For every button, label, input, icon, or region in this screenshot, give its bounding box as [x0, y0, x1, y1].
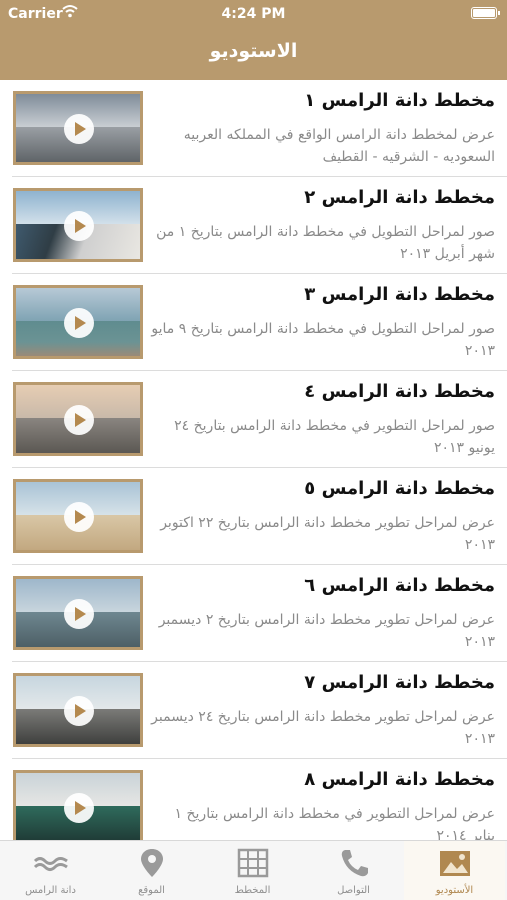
page-title: الاستوديو: [209, 40, 298, 62]
map-plan-icon: [237, 848, 269, 878]
list-item[interactable]: مخطط دانة الرامس ٢ صور لمراحل التطويل في…: [0, 177, 507, 274]
video-thumbnail[interactable]: [13, 479, 143, 553]
list-item[interactable]: مخطط دانة الرامس ٤ صور لمراحل التطوير في…: [0, 371, 507, 468]
list-item[interactable]: مخطط دانة الرامس ٧ عرض لمراحل تطوير مخطط…: [0, 662, 507, 759]
play-icon[interactable]: [64, 114, 94, 144]
video-thumbnail[interactable]: [13, 188, 143, 262]
item-description: صور لمراحل التطويل في مخطط دانة الرامس ب…: [156, 224, 495, 262]
list-item[interactable]: مخطط دانة الرامس ٥ عرض لمراحل تطوير مخطط…: [0, 468, 507, 565]
item-title: مخطط دانة الرامس ٧: [304, 672, 495, 693]
status-bar: Carrier 4:24 PM: [0, 0, 507, 28]
item-description: عرض لمراحل تطوير مخطط دانة الرامس بتاريخ…: [158, 612, 495, 650]
video-thumbnail[interactable]: [13, 91, 143, 165]
item-description: عرض لمراحل تطوير مخطط دانة الرامس بتاريخ…: [151, 709, 495, 747]
play-icon[interactable]: [64, 502, 94, 532]
tab-location[interactable]: الموقع: [101, 841, 202, 900]
play-icon[interactable]: [64, 308, 94, 338]
tab-dana-alramis[interactable]: دانة الرامس: [0, 841, 101, 900]
video-thumbnail[interactable]: [13, 285, 143, 359]
list-item[interactable]: مخطط دانة الرامس ١ عرض لمخطط دانة الرامس…: [0, 80, 507, 177]
item-title: مخطط دانة الرامس ٨: [304, 769, 495, 790]
video-thumbnail[interactable]: [13, 770, 143, 840]
item-title: مخطط دانة الرامس ٣: [304, 284, 495, 305]
tab-label: الأستوديو: [435, 885, 474, 896]
video-thumbnail[interactable]: [13, 673, 143, 747]
list-item[interactable]: مخطط دانة الرامس ٣ صور لمراحل التطويل في…: [0, 274, 507, 371]
top-bar: Carrier 4:24 PM الاستوديو: [0, 0, 507, 80]
video-thumbnail[interactable]: [13, 576, 143, 650]
item-description: عرض لمراحل التطوير في مخطط دانة الرامس ب…: [174, 806, 495, 840]
item-description: عرض لمراحل تطوير مخطط دانة الرامس بتاريخ…: [160, 515, 495, 553]
item-title: مخطط دانة الرامس ٦: [304, 575, 495, 596]
play-icon[interactable]: [64, 599, 94, 629]
tab-contact[interactable]: التواصل: [303, 841, 404, 900]
item-title: مخطط دانة الرامس ٤: [304, 381, 495, 402]
waves-logo-icon: [33, 857, 68, 871]
play-icon[interactable]: [64, 405, 94, 435]
item-title: مخطط دانة الرامس ١: [304, 90, 495, 111]
item-title: مخطط دانة الرامس ٢: [304, 187, 495, 208]
play-icon[interactable]: [64, 696, 94, 726]
item-description: عرض لمخطط دانة الرامس الواقع في المملكه …: [183, 127, 495, 165]
play-icon[interactable]: [64, 211, 94, 241]
list-item[interactable]: مخطط دانة الرامس ٨ عرض لمراحل التطوير في…: [0, 759, 507, 840]
tab-label: الموقع: [138, 885, 165, 896]
tab-studio[interactable]: الأستوديو: [404, 841, 505, 900]
video-list[interactable]: مخطط دانة الرامس ١ عرض لمخطط دانة الرامس…: [0, 80, 507, 840]
map-pin-icon: [141, 849, 163, 877]
battery-icon: [471, 7, 500, 19]
item-title: مخطط دانة الرامس ٥: [304, 478, 495, 499]
tab-label: دانة الرامس: [25, 885, 76, 896]
video-thumbnail[interactable]: [13, 382, 143, 456]
item-description: صور لمراحل التطويل في مخطط دانة الرامس ب…: [151, 321, 495, 359]
tab-label: المخطط: [234, 885, 271, 896]
tab-bar: دانة الرامس الموقع المخطط التواصل الأستو…: [0, 840, 507, 900]
tab-label: التواصل: [337, 885, 370, 896]
status-time: 4:24 PM: [221, 6, 286, 22]
play-icon[interactable]: [64, 793, 94, 823]
list-item[interactable]: مخطط دانة الرامس ٦ عرض لمراحل تطوير مخطط…: [0, 565, 507, 662]
phone-icon: [341, 850, 368, 877]
tab-plan[interactable]: المخطط: [202, 841, 303, 900]
photo-gallery-icon: [440, 851, 470, 876]
item-description: صور لمراحل التطوير في مخطط دانة الرامس ب…: [174, 418, 495, 456]
